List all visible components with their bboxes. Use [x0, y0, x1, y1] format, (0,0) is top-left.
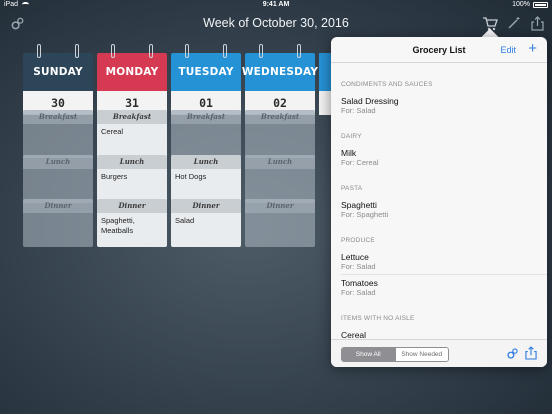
show-needed-segment[interactable]: Show Needed [394, 348, 448, 361]
item-name: Lettuce [341, 252, 369, 262]
grocery-list[interactable]: CONDIMENTS AND SAUCES Salad Dressing For… [331, 63, 547, 339]
meal-text [171, 124, 241, 130]
meal-text [245, 124, 315, 130]
meal-title: Lunch [23, 155, 93, 169]
item-name: Salad Dressing [341, 96, 399, 106]
meal-cell-lunch[interactable]: Lunch [245, 155, 315, 203]
popover-header: Grocery List Edit + [331, 37, 547, 63]
grocery-list-popover: Grocery List Edit + CONDIMENTS AND SAUCE… [331, 37, 547, 367]
battery-percent: 100% [512, 1, 530, 8]
meal-text: Spaghetti, Meatballs [101, 216, 135, 235]
meal-title: Dinner [171, 199, 241, 213]
meal-title: Dinner [97, 199, 167, 213]
filter-segmented-control: Show All Show Needed [341, 347, 449, 362]
meal-title: Breakfast [171, 110, 241, 124]
meal-cell-dinner[interactable]: Dinner [23, 199, 93, 247]
page-title: Week of October 30, 2016 [203, 16, 349, 30]
meal-cell-breakfast[interactable]: Breakfast [245, 110, 315, 158]
meal-text [23, 169, 93, 175]
list-item[interactable]: Spaghetti For: Spaghetti [331, 200, 398, 219]
section-heading: PASTA [341, 185, 363, 192]
spiral-ring [297, 44, 301, 58]
meal-title: Lunch [97, 155, 167, 169]
edit-button[interactable]: Edit [500, 45, 516, 55]
spiral-ring [149, 44, 153, 58]
item-for: For: Salad [341, 262, 376, 271]
meal-text [23, 213, 93, 219]
spiral-ring [185, 44, 189, 58]
meal-cell-lunch[interactable]: Lunch [23, 155, 93, 203]
item-name: Spaghetti [341, 200, 377, 210]
meal-title: Lunch [171, 155, 241, 169]
section-heading: PRODUCE [341, 237, 375, 244]
meal-cell-breakfast[interactable]: Breakfast [23, 110, 93, 158]
list-item[interactable]: Salad Dressing For: Salad [331, 96, 409, 115]
meal-cell-breakfast[interactable]: Breakfast [171, 110, 241, 158]
share-icon[interactable] [529, 15, 545, 31]
gears-icon[interactable] [505, 346, 519, 360]
day-header[interactable]: SUNDAY [23, 44, 93, 91]
battery-icon [533, 2, 548, 8]
meal-cell-breakfast[interactable]: Breakfast Cereal [97, 110, 167, 158]
meal-text: Salad [175, 216, 195, 225]
meal-text: Cereal [101, 127, 124, 136]
day-header[interactable]: MONDAY [97, 44, 167, 91]
spiral-ring [37, 44, 41, 58]
share-icon[interactable] [524, 346, 538, 360]
meal-title: Breakfast [23, 110, 93, 124]
meal-text [245, 213, 315, 219]
item-for: For: Spaghetti [341, 210, 389, 219]
list-item[interactable]: Cereal [331, 330, 376, 339]
section-heading: DAIRY [341, 133, 362, 140]
item-name: Cereal [341, 330, 367, 339]
day-column-tuesday: TUESDAY 01 [171, 44, 241, 115]
magic-wand-icon[interactable] [506, 15, 522, 31]
day-column-monday: MONDAY 31 [97, 44, 167, 115]
meal-text: Hot Dogs [175, 172, 207, 181]
meal-text: Burgers [101, 172, 128, 181]
section-heading: ITEMS WITH NO AISLE [341, 315, 415, 322]
section-heading: CONDIMENTS AND SAUCES [341, 81, 433, 88]
status-bar: iPad 9:41 AM 100% [0, 0, 552, 10]
show-all-segment[interactable]: Show All [342, 348, 395, 361]
meal-text [23, 124, 93, 130]
meal-cell-dinner[interactable]: Dinner [245, 199, 315, 247]
meal-title: Breakfast [245, 110, 315, 124]
item-name: Milk [341, 148, 357, 158]
list-item[interactable]: Tomatoes For: Salad [331, 278, 388, 297]
add-item-button[interactable]: + [528, 40, 537, 57]
status-time: 9:41 AM [262, 1, 290, 8]
spiral-ring [111, 44, 115, 58]
day-column-wednesday: WEDNESDAY 02 [242, 44, 318, 115]
meal-cell-dinner[interactable]: Dinner Spaghetti, Meatballs [97, 199, 167, 247]
item-for: For: Salad [341, 106, 376, 115]
spiral-ring [75, 44, 79, 58]
spiral-ring [223, 44, 227, 58]
spiral-ring [259, 44, 263, 58]
meal-cell-lunch[interactable]: Lunch Hot Dogs [171, 155, 241, 203]
meal-text [245, 169, 315, 175]
day-column-sunday: SUNDAY 30 [23, 44, 93, 115]
item-for: For: Salad [341, 288, 376, 297]
day-header[interactable]: WEDNESDAY [242, 44, 318, 91]
list-item[interactable]: Milk For: Cereal [331, 148, 389, 167]
list-item[interactable]: Lettuce For: Salad [331, 252, 386, 271]
item-for: For: Cereal [341, 158, 379, 167]
meal-cell-lunch[interactable]: Lunch Burgers [97, 155, 167, 203]
meal-cell-dinner[interactable]: Dinner Salad [171, 199, 241, 247]
popover-footer: Show All Show Needed [331, 339, 547, 367]
meal-title: Breakfast [97, 110, 167, 124]
meal-title: Dinner [23, 199, 93, 213]
meal-title: Dinner [245, 199, 315, 213]
meal-title: Lunch [245, 155, 315, 169]
day-header[interactable]: TUESDAY [171, 44, 241, 91]
item-name: Tomatoes [341, 278, 378, 288]
nav-bar: Week of October 30, 2016 [0, 10, 552, 38]
row-separator [341, 274, 547, 275]
